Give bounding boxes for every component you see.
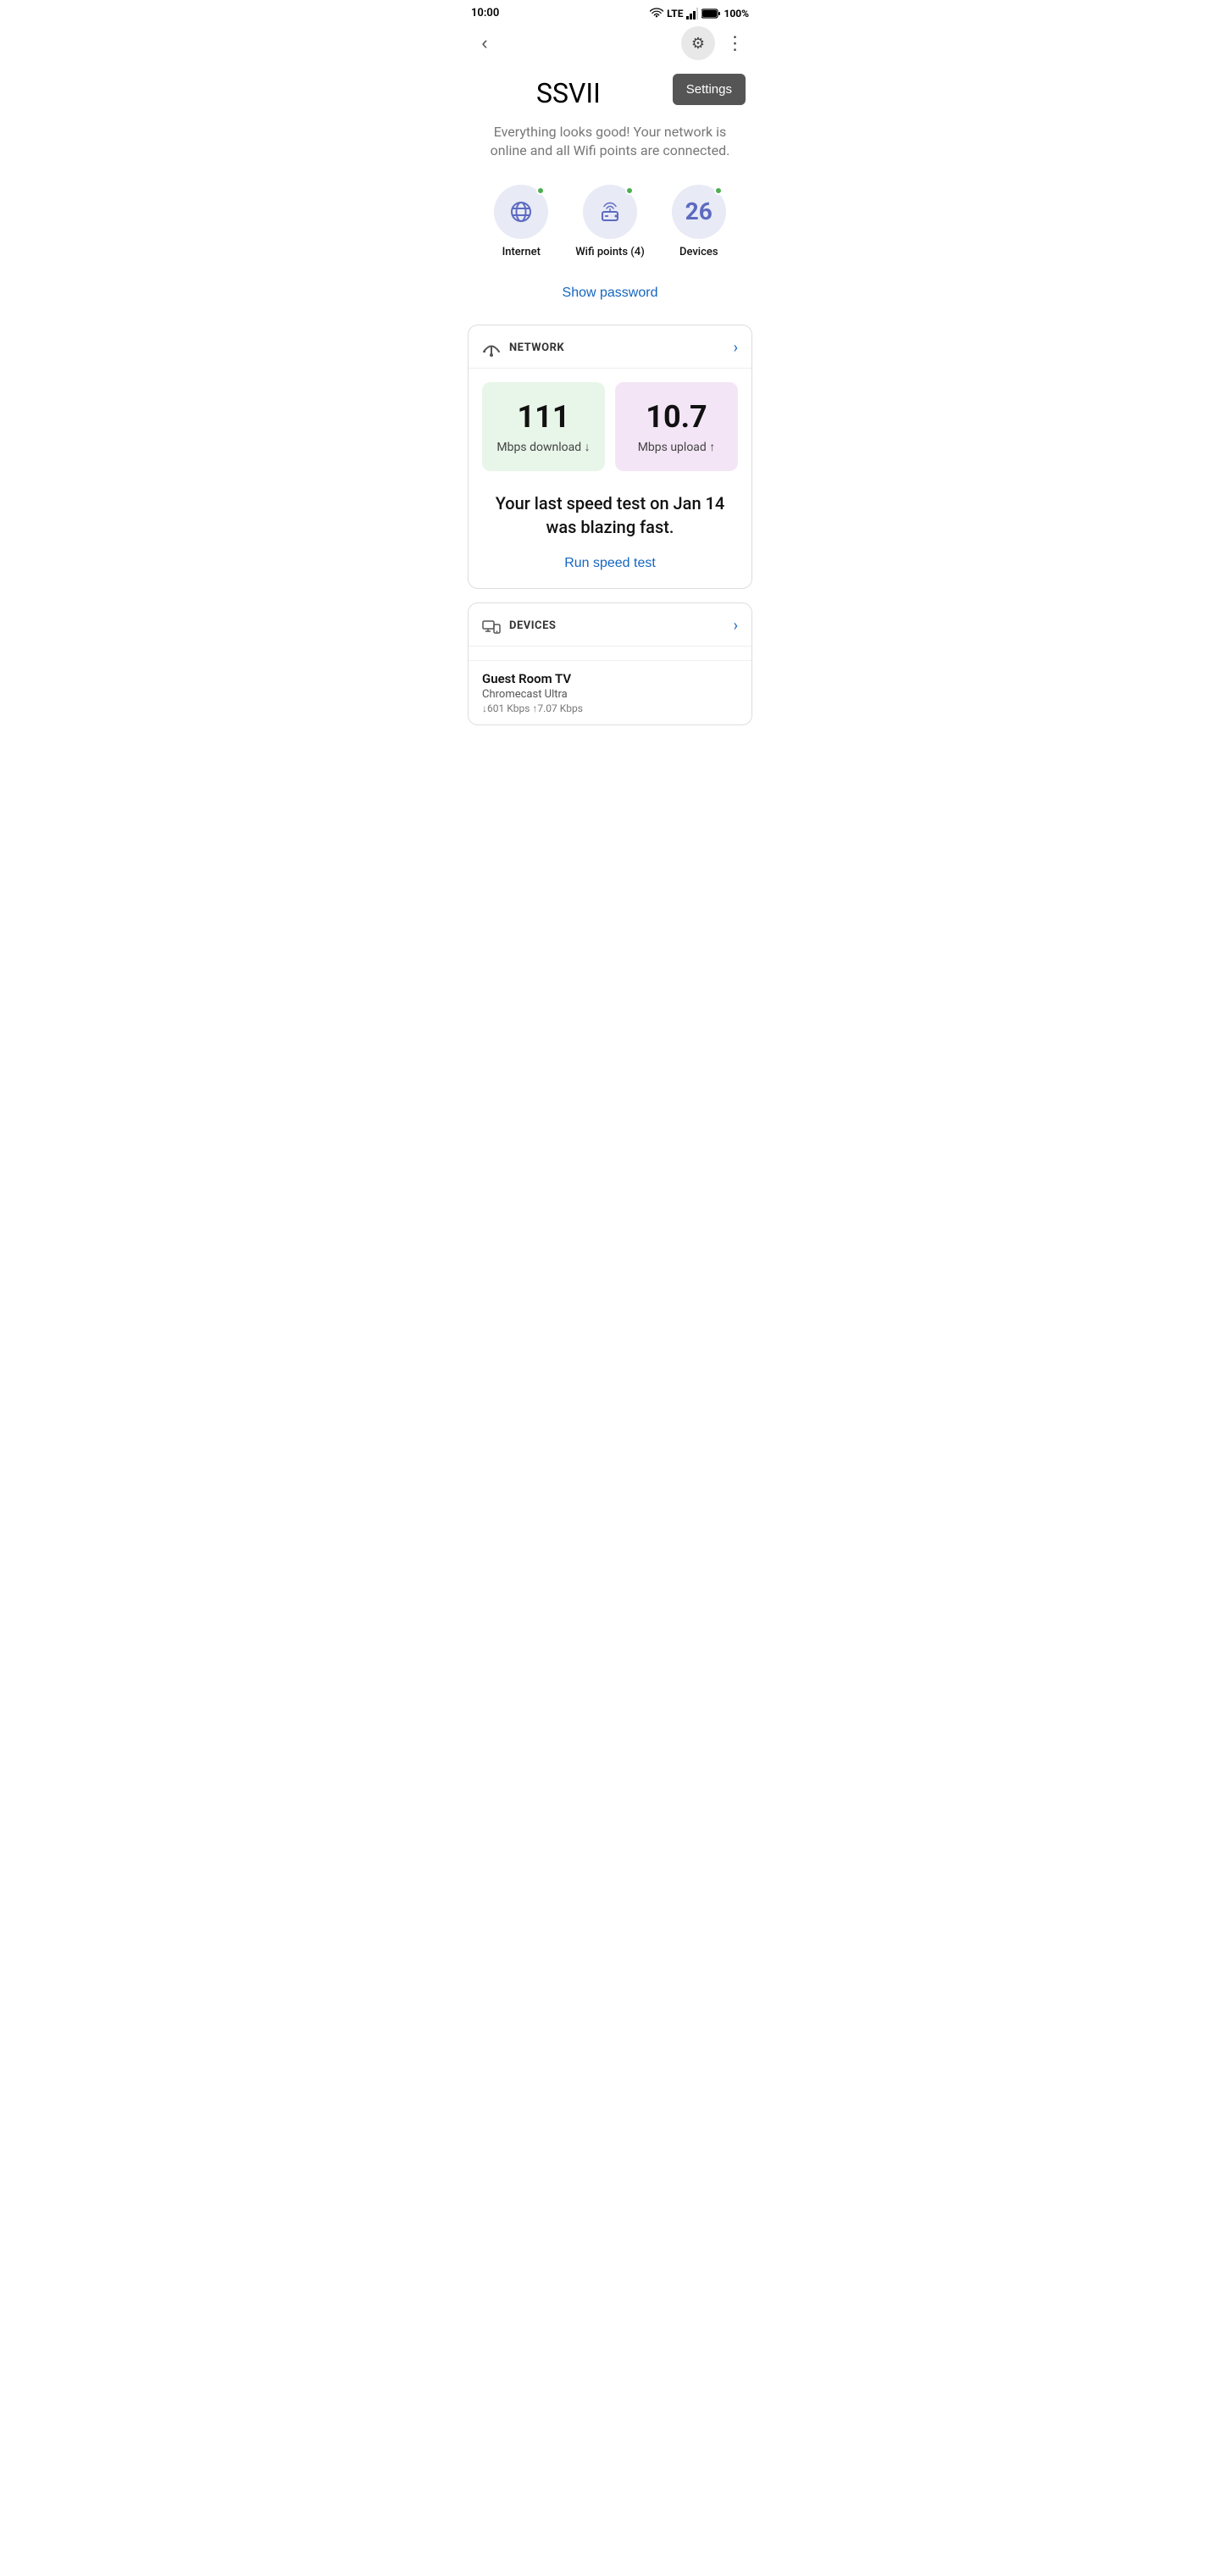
- network-card-header-left: NETWORK: [482, 339, 564, 358]
- status-bar: 10:00 LTE 100%: [458, 0, 762, 23]
- gear-icon: ⚙: [691, 35, 705, 53]
- devices-card-header-left: DEVICES: [482, 617, 556, 636]
- download-speed-box: 111 Mbps download ↓: [482, 382, 605, 471]
- show-password-button[interactable]: Show password: [458, 279, 762, 325]
- speed-boxes: 111 Mbps download ↓ 10.7 Mbps upload ↑: [469, 382, 751, 485]
- internet-status-item[interactable]: Internet: [494, 185, 548, 258]
- upload-speed-label: Mbps upload ↑: [638, 440, 716, 454]
- speed-test-message: Your last speed test on Jan 14 was blazi…: [469, 485, 751, 552]
- devices-card-divider: [469, 646, 751, 647]
- download-speed-value: 111: [518, 399, 570, 435]
- wifi-points-label: Wifi points (4): [575, 246, 645, 258]
- devices-card-chevron: ›: [734, 617, 738, 635]
- globe-icon: [509, 200, 533, 224]
- network-card: NETWORK › 111 Mbps download ↓ 10.7 Mbps …: [468, 325, 752, 589]
- device-type: Chromecast Ultra: [482, 688, 738, 701]
- internet-status-dot: [536, 186, 545, 195]
- network-name: SSVII: [474, 74, 663, 109]
- lte-label: LTE: [667, 8, 683, 19]
- devices-card-header[interactable]: DEVICES ›: [469, 603, 751, 646]
- wifi-status-dot: [625, 186, 634, 195]
- network-card-divider: [469, 368, 751, 369]
- wifi-points-status-item[interactable]: Wifi points (4): [575, 185, 645, 258]
- devices-icon: [482, 617, 501, 636]
- internet-icon-circle: [494, 185, 548, 239]
- network-signal-icon: [482, 339, 501, 358]
- wifi-points-icon-circle: [583, 185, 637, 239]
- devices-icon-circle: 26: [672, 185, 726, 239]
- status-icons-row: Internet Wifi points (4) 26 Devices: [458, 178, 762, 279]
- more-icon: ⋮: [726, 32, 746, 54]
- download-speed-label: Mbps download ↓: [496, 440, 590, 454]
- battery-percent: 100%: [724, 8, 749, 19]
- devices-card-title: DEVICES: [509, 619, 556, 632]
- router-icon: [598, 200, 622, 224]
- nav-right-buttons: ⚙ ⋮: [681, 26, 752, 60]
- gear-button[interactable]: ⚙: [681, 26, 715, 60]
- run-speed-test-button[interactable]: Run speed test: [469, 552, 751, 588]
- battery-icon: [702, 8, 720, 19]
- network-card-title: NETWORK: [509, 341, 564, 354]
- device-speed: ↓601 Kbps ↑7.07 Kbps: [482, 702, 738, 714]
- status-bar-right: LTE 100%: [650, 8, 749, 19]
- back-button[interactable]: ‹: [468, 26, 502, 60]
- device-count: 26: [685, 197, 713, 225]
- network-card-header[interactable]: NETWORK ›: [469, 325, 751, 368]
- devices-status-item[interactable]: 26 Devices: [672, 185, 726, 258]
- back-icon: ‹: [481, 32, 487, 54]
- device-item[interactable]: Guest Room TV Chromecast Ultra ↓601 Kbps…: [469, 660, 751, 724]
- devices-card: DEVICES › Guest Room TV Chromecast Ultra…: [468, 602, 752, 725]
- network-card-chevron: ›: [734, 339, 738, 357]
- settings-button[interactable]: Settings: [673, 74, 746, 105]
- upload-speed-value: 10.7: [646, 399, 707, 435]
- top-nav: ‹ ⚙ ⋮: [458, 23, 762, 67]
- devices-status-dot: [714, 186, 723, 195]
- more-options-button[interactable]: ⋮: [718, 26, 752, 60]
- upload-speed-box: 10.7 Mbps upload ↑: [615, 382, 738, 471]
- status-time: 10:00: [471, 7, 499, 19]
- wifi-icon: [650, 8, 663, 19]
- device-name: Guest Room TV: [482, 671, 738, 686]
- internet-label: Internet: [502, 246, 541, 258]
- header-section: SSVII Settings: [458, 67, 762, 113]
- status-message: Everything looks good! Your network is o…: [458, 113, 762, 178]
- signal-icon: [686, 8, 698, 19]
- devices-label: Devices: [679, 246, 718, 258]
